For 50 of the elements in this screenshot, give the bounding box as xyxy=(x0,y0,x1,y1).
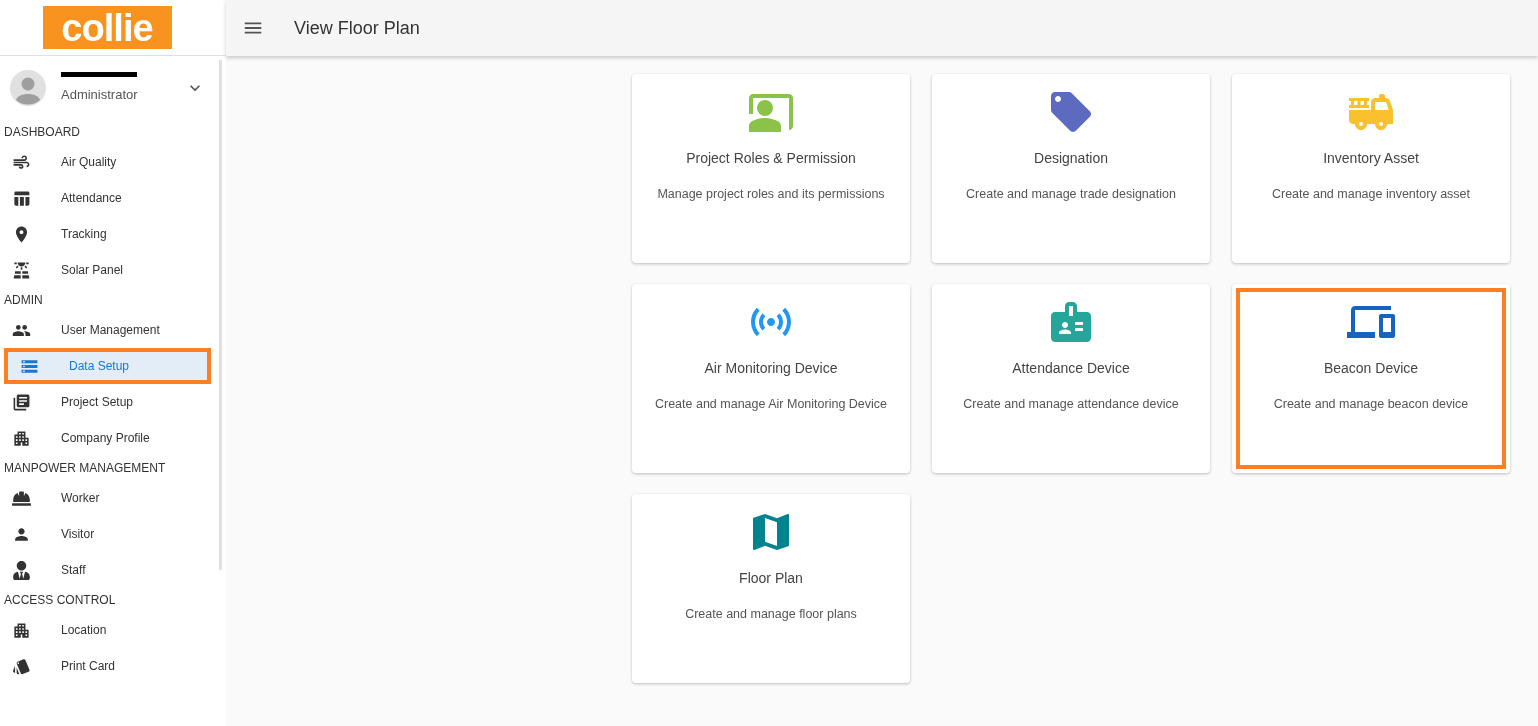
card-title: Beacon Device xyxy=(1323,359,1419,378)
building-icon xyxy=(12,620,31,640)
user-role: Administrator xyxy=(61,85,139,104)
card-title: Floor Plan xyxy=(739,569,803,588)
solar-panel-icon xyxy=(12,260,31,280)
setup-card[interactable]: Beacon Device Create and manage beacon device xyxy=(1232,284,1510,473)
card-description: Create and manage inventory asset xyxy=(1271,186,1470,203)
nav-item[interactable]: Air Quality xyxy=(0,144,219,180)
section-title: ADMIN xyxy=(3,292,44,309)
nav-item[interactable]: Tracking xyxy=(0,216,219,252)
building-icon xyxy=(12,428,31,448)
nav-item[interactable]: Staff xyxy=(0,552,219,588)
nav-item[interactable]: Location xyxy=(0,612,219,648)
section-title: DASHBOARD xyxy=(3,124,81,141)
setup-card[interactable]: Attendance Device Create and manage attendance device xyxy=(932,284,1210,473)
card-description: Create and manage beacon device xyxy=(1273,396,1469,413)
setup-card[interactable]: Designation Create and manage trade designation xyxy=(932,74,1210,263)
nav-item[interactable]: Company Profile xyxy=(0,420,219,456)
nav-item[interactable]: Project Setup xyxy=(0,384,219,420)
setup-card[interactable]: Inventory Asset Create and manage inventory asset xyxy=(1232,74,1510,263)
nav-item[interactable]: User Management xyxy=(0,312,219,348)
card-description: Create and manage trade designation xyxy=(966,186,1176,203)
section-title: ACCESS CONTROL xyxy=(3,592,117,609)
section-title: MANPOWER MANAGEMENT xyxy=(3,460,167,477)
stacked-pages-icon xyxy=(12,392,31,412)
nav-item[interactable]: Solar Panel xyxy=(0,252,219,288)
table-icon xyxy=(12,188,31,208)
airflow-icon xyxy=(12,152,31,172)
card-title: Designation xyxy=(1034,149,1108,168)
page-title: View Floor Plan xyxy=(294,16,420,40)
card-title: Attendance Device xyxy=(1012,359,1130,378)
nav-item[interactable]: Worker xyxy=(0,480,219,516)
person-tie-icon xyxy=(12,560,31,580)
setup-card[interactable]: Project Roles & Permission Manage project roles and its permissions xyxy=(632,74,910,263)
card-title: Project Roles & Permission xyxy=(686,149,856,168)
card-title: Inventory Asset xyxy=(1323,149,1419,168)
setup-card[interactable]: Floor Plan Create and manage floor plans xyxy=(632,494,910,683)
nav-item[interactable]: Attendance xyxy=(0,180,219,216)
nav-item[interactable]: Visitor xyxy=(0,516,219,552)
card-description: Manage project roles and its permissions xyxy=(657,186,885,203)
avatar-icon xyxy=(10,70,46,106)
nav-item[interactable]: Print Card xyxy=(0,648,219,684)
hard-hat-icon xyxy=(12,488,31,508)
card-title: Air Monitoring Device xyxy=(704,359,838,378)
nav-item[interactable]: Data Setup xyxy=(4,348,211,384)
card-description: Create and manage attendance device xyxy=(963,396,1179,413)
card-description: Create and manage floor plans xyxy=(685,606,857,623)
setup-card[interactable]: Air Monitoring Device Create and manage Air Monitoring Device xyxy=(632,284,910,473)
cards-icon xyxy=(12,656,31,676)
card-description: Create and manage Air Monitoring Device xyxy=(654,396,888,413)
